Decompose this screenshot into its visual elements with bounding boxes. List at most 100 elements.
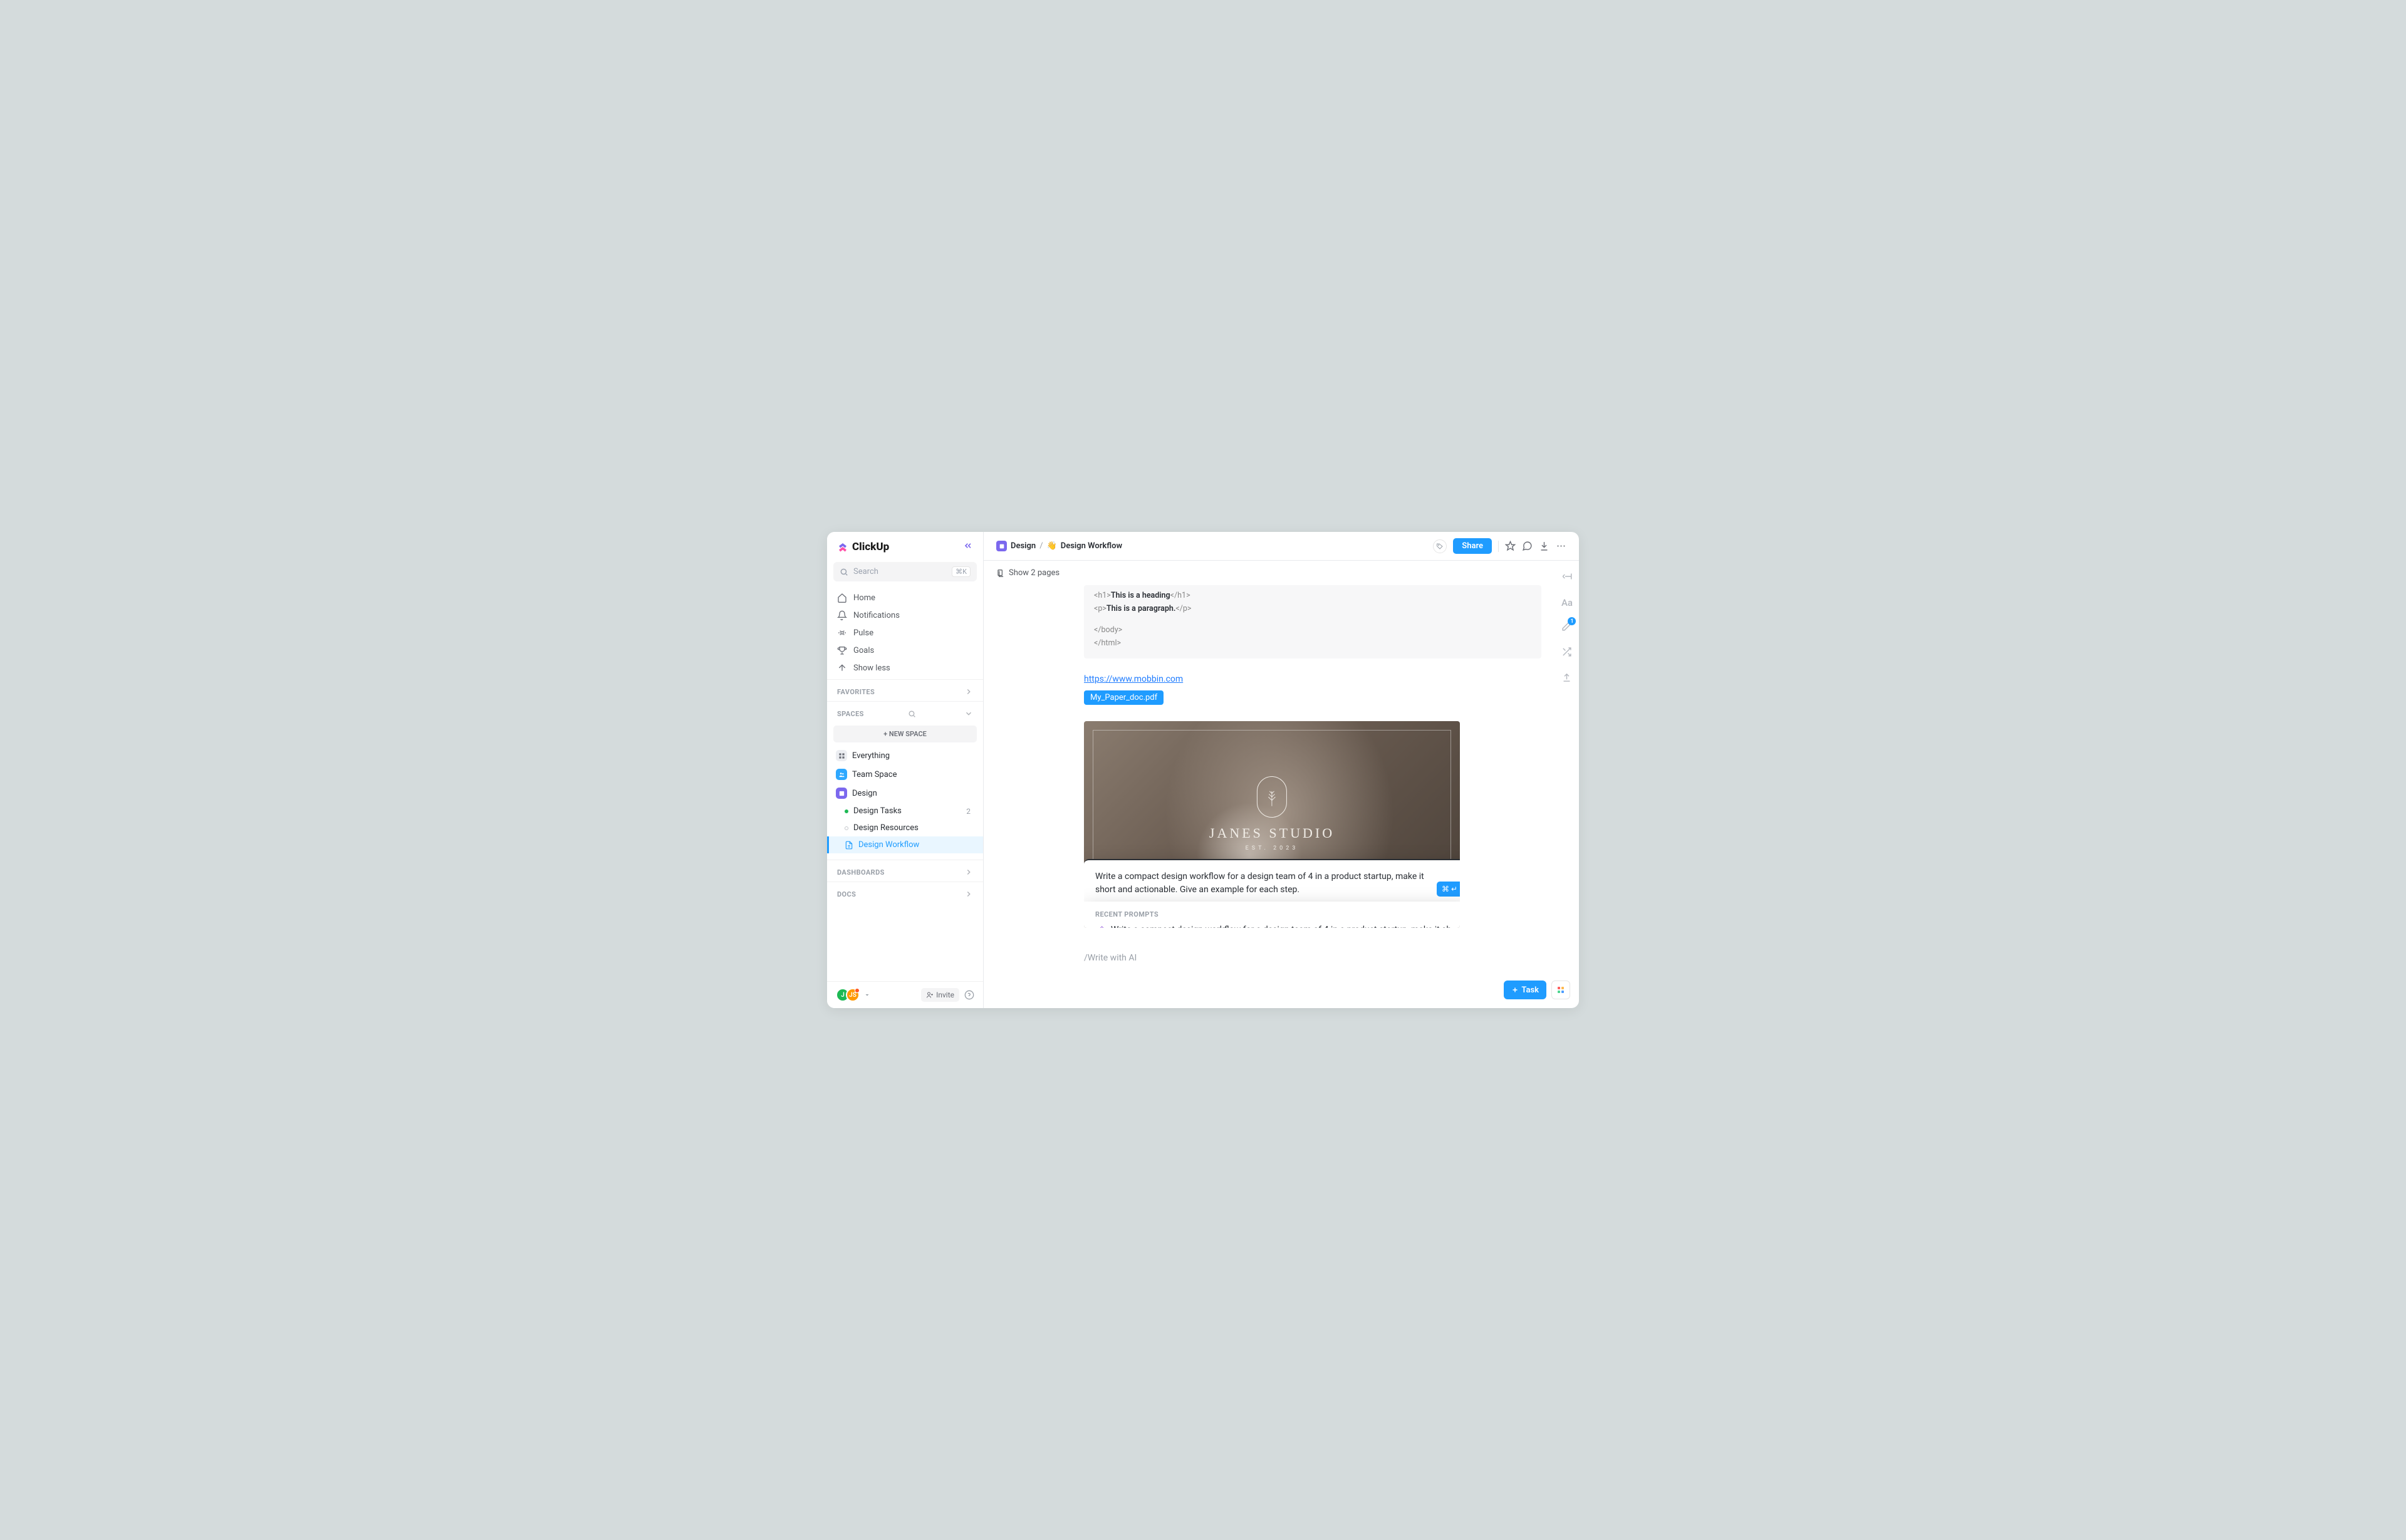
app-window: ClickUp Search ⌘K Home Notifications Pul… — [827, 532, 1579, 1008]
pencil-icon — [1095, 925, 1105, 929]
sidebar-item-design-resources[interactable]: Design Resources — [827, 819, 983, 836]
link-row: https://www.mobbin.com — [1084, 672, 1541, 684]
breadcrumb: Design / 👋 Design Workflow — [996, 541, 1122, 551]
recent-prompts-label: RECENT PROMPTS — [1095, 910, 1460, 918]
sidebar: ClickUp Search ⌘K Home Notifications Pul… — [827, 532, 984, 1008]
recent-prompt-text: Write a compact design workflow for a de… — [1111, 925, 1460, 928]
sidebar-item-design-workflow[interactable]: Design Workflow — [827, 836, 983, 853]
user-plus-icon — [926, 991, 934, 999]
font-icon[interactable]: Aa — [1561, 597, 1573, 608]
chevron-down-icon[interactable] — [863, 991, 871, 999]
download-icon[interactable] — [1539, 541, 1549, 551]
space-everything[interactable]: Everything — [827, 746, 983, 765]
sidebar-item-design-tasks[interactable]: Design Tasks 2 — [827, 803, 983, 819]
space-everything-label: Everything — [852, 751, 890, 761]
apps-grid-icon — [1558, 987, 1564, 993]
code-block[interactable]: <h1>This is a heading</h1> <p>This is a … — [1084, 585, 1541, 658]
chevron-down-icon[interactable] — [964, 709, 973, 718]
design-workflow-label: Design Workflow — [858, 840, 919, 850]
tag-button[interactable] — [1433, 539, 1447, 553]
home-icon — [837, 593, 847, 603]
help-icon[interactable] — [964, 990, 974, 1000]
nav-goals-label: Goals — [853, 646, 874, 655]
studio-est: EST. 2023 — [1209, 845, 1335, 851]
ai-prompt-box[interactable]: Write a compact design workflow for a de… — [1084, 859, 1460, 905]
design-tasks-count: 2 — [966, 807, 974, 816]
ai-submit-button[interactable]: ⌘ ↵ — [1437, 882, 1460, 897]
upload-icon[interactable] — [1561, 672, 1572, 685]
status-dot-icon — [845, 826, 848, 830]
new-task-button[interactable]: Task — [1504, 981, 1546, 999]
nav-show-less-label: Show less — [853, 663, 890, 673]
external-link[interactable]: https://www.mobbin.com — [1084, 674, 1183, 684]
comment-icon[interactable] — [1522, 541, 1533, 551]
people-icon — [836, 769, 847, 780]
nav-show-less[interactable]: Show less — [831, 659, 979, 677]
nav-goals[interactable]: Goals — [831, 642, 979, 659]
nav-home[interactable]: Home — [831, 589, 979, 606]
breadcrumb-space[interactable]: Design — [1011, 541, 1036, 551]
nav-pulse-label: Pulse — [853, 628, 873, 638]
indent-icon[interactable] — [1561, 571, 1573, 585]
document-content[interactable]: <h1>This is a heading</h1> <p>This is a … — [984, 585, 1579, 1008]
sub-toolbar: Show 2 pages — [984, 561, 1579, 585]
design-icon — [836, 788, 847, 799]
nav-notifications[interactable]: Notifications — [831, 606, 979, 624]
divider — [1498, 541, 1499, 552]
star-icon[interactable] — [1505, 541, 1516, 551]
pages-icon — [996, 569, 1005, 578]
user-avatars[interactable]: J JS — [836, 988, 860, 1002]
chevron-right-icon — [964, 868, 973, 877]
favorites-label: FAVORITES — [837, 688, 875, 696]
ai-prompt-text[interactable]: Write a compact design workflow for a de… — [1095, 870, 1460, 897]
docs-header[interactable]: DOCS — [827, 882, 983, 903]
edit-icon[interactable]: 1 — [1561, 621, 1572, 634]
dashboards-label: DASHBOARDS — [837, 868, 885, 877]
more-icon[interactable] — [1556, 541, 1566, 551]
chevron-right-icon — [964, 687, 973, 696]
space-design-label: Design — [852, 789, 877, 798]
pulse-icon — [837, 628, 847, 638]
invite-label: Invite — [936, 991, 954, 999]
chevron-right-icon — [964, 890, 973, 898]
space-design[interactable]: Design — [827, 784, 983, 803]
design-resources-label: Design Resources — [853, 823, 919, 833]
main-area: Design / 👋 Design Workflow Share Show 2 … — [984, 532, 1579, 1008]
bell-icon — [837, 610, 847, 620]
search-input[interactable]: Search ⌘K — [833, 562, 977, 581]
grid-icon — [836, 750, 847, 761]
studio-name: JANES STUDIO — [1209, 825, 1335, 841]
space-team-label: Team Space — [852, 770, 897, 779]
search-icon — [840, 568, 848, 576]
trophy-icon — [837, 645, 847, 655]
design-space-icon — [996, 541, 1007, 551]
show-pages-button[interactable]: Show 2 pages — [1009, 568, 1060, 578]
breadcrumb-separator: / — [1039, 541, 1043, 551]
recent-prompt-item[interactable]: Write a compact design workflow for a de… — [1095, 925, 1460, 928]
spaces-header[interactable]: SPACES — [827, 701, 983, 723]
logo-row: ClickUp — [827, 532, 983, 562]
shuffle-icon[interactable] — [1561, 647, 1572, 660]
new-space-button[interactable]: + NEW SPACE — [833, 726, 977, 742]
clickup-logo-icon — [837, 541, 848, 553]
space-team[interactable]: Team Space — [827, 765, 983, 784]
embedded-image[interactable]: JANES STUDIO EST. 2023 Write a compact d… — [1084, 721, 1460, 928]
breadcrumb-page[interactable]: Design Workflow — [1061, 541, 1122, 551]
share-button[interactable]: Share — [1453, 538, 1492, 554]
top-actions: Share — [1433, 538, 1566, 554]
pdf-attachment-chip[interactable]: My_Paper_doc.pdf — [1084, 690, 1164, 705]
plus-icon — [1511, 986, 1519, 994]
collapse-sidebar-icon[interactable] — [963, 541, 973, 553]
design-tasks-label: Design Tasks — [853, 806, 902, 816]
recent-prompts-box: RECENT PROMPTS Write a compact design wo… — [1084, 902, 1460, 928]
favorites-header[interactable]: FAVORITES — [827, 679, 983, 701]
nav-pulse[interactable]: Pulse — [831, 624, 979, 642]
search-icon[interactable] — [908, 710, 916, 718]
task-button-label: Task — [1521, 986, 1539, 995]
dashboards-header[interactable]: DASHBOARDS — [827, 860, 983, 882]
invite-button[interactable]: Invite — [921, 988, 959, 1002]
docs-label: DOCS — [837, 890, 856, 898]
search-shortcut: ⌘K — [952, 566, 971, 577]
apps-button[interactable] — [1551, 981, 1570, 999]
arrow-up-icon — [837, 663, 847, 673]
